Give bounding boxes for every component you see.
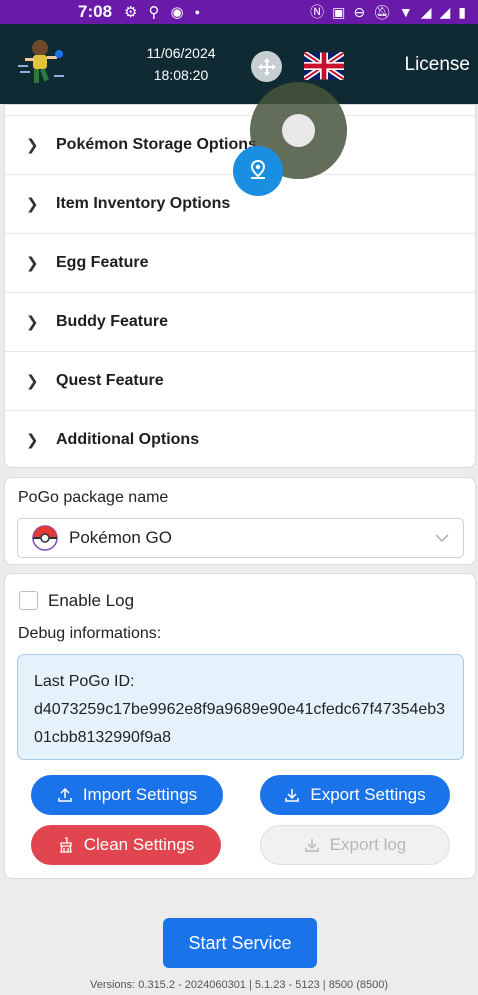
expand-item-label: Quest Feature xyxy=(56,372,164,389)
upload-icon xyxy=(58,787,72,802)
battery-icon: ▮ xyxy=(458,3,466,20)
app-header: 11/06/2024 18:08:20 License xyxy=(0,24,478,104)
export-settings-label: Export Settings xyxy=(310,785,426,804)
status-bar: 7:08 ⚙ ⚲ ◉ ● Ⓝ ▣ ⊖ 🔕︎ ▼ ◢ ◢ ▮ xyxy=(0,0,478,24)
chevron-right-icon: ❯ xyxy=(26,137,39,154)
dot-icon: ● xyxy=(194,7,201,17)
chevron-right-icon: ❯ xyxy=(26,373,39,390)
status-time: 7:08 xyxy=(78,2,113,21)
chevron-right-icon: ❯ xyxy=(26,314,39,331)
export-log-button[interactable]: Export log xyxy=(260,825,450,865)
expand-item-label: Pokémon Storage Options xyxy=(56,136,257,153)
last-id-value: d4073259c17be9962e8f9a9689e90e41cfedc67f… xyxy=(34,701,446,746)
pokeball-icon xyxy=(32,525,58,551)
bell-off-icon: 🔕︎ xyxy=(373,3,391,20)
uk-flag-icon[interactable] xyxy=(304,52,344,80)
debug-info-box: Last PoGo ID: d4073259c17be9962e8f9a9689… xyxy=(17,654,464,760)
versions-text: Versions: 0.315.2 - 2024060301 | 5.1.23 … xyxy=(89,979,389,991)
enable-log-label[interactable]: Enable Log xyxy=(48,591,134,611)
broom-icon xyxy=(59,837,72,853)
license-link[interactable]: License xyxy=(405,54,471,76)
date-text: 11/06/2024 xyxy=(146,45,216,61)
datetime-display: 11/06/2024 18:08:20 xyxy=(130,42,232,86)
chevron-right-icon: ❯ xyxy=(26,196,39,213)
location-pin-button[interactable] xyxy=(233,146,283,196)
package-select[interactable]: Pokémon GO xyxy=(17,518,464,558)
record-icon: ◉ xyxy=(170,4,184,21)
package-label: PoGo package name xyxy=(18,489,169,506)
wifi-icon: ▼ xyxy=(398,4,413,20)
export-log-label: Export log xyxy=(329,835,407,854)
time-text: 18:08:20 xyxy=(153,67,209,83)
signal-icon: ◢ xyxy=(420,3,432,20)
expand-item-label: Additional Options xyxy=(56,431,200,448)
download-icon xyxy=(304,839,319,852)
expand-item-additional-options[interactable]: ❯ Additional Options xyxy=(5,410,475,469)
chevron-right-icon: ❯ xyxy=(26,432,39,449)
clean-settings-label: Clean Settings xyxy=(83,835,195,854)
gear-icon: ⚙ xyxy=(124,4,138,21)
package-select-value: Pokémon GO xyxy=(69,528,172,547)
location-pin-icon: ⚲ xyxy=(148,4,160,21)
export-settings-button[interactable]: Export Settings xyxy=(260,775,450,815)
start-service-button[interactable]: Start Service xyxy=(163,918,317,968)
import-settings-button[interactable]: Import Settings xyxy=(31,775,223,815)
expand-item-quest-feature[interactable]: ❯ Quest Feature xyxy=(5,351,475,410)
debug-info-label: Debug informations: xyxy=(18,625,162,642)
expand-item-label: Item Inventory Options xyxy=(56,195,231,212)
cast-icon: ▣ xyxy=(332,3,346,20)
clean-settings-button[interactable]: Clean Settings xyxy=(31,825,221,865)
do-not-disturb-icon: ⊖ xyxy=(353,3,366,20)
chevron-down-icon xyxy=(435,534,449,543)
import-settings-label: Import Settings xyxy=(82,785,198,804)
package-card: PoGo package name Pokémon GO xyxy=(4,477,476,565)
app-logo xyxy=(18,40,64,83)
download-icon xyxy=(285,789,300,802)
last-id-label: Last PoGo ID: xyxy=(34,673,135,690)
chevron-right-icon: ❯ xyxy=(26,255,39,272)
enable-log-checkbox[interactable] xyxy=(19,591,38,610)
joystick-knob[interactable] xyxy=(282,114,315,147)
move-button[interactable] xyxy=(251,51,282,82)
expand-item-label: Buddy Feature xyxy=(56,313,169,330)
expand-item-egg-feature[interactable]: ❯ Egg Feature xyxy=(5,233,475,292)
expand-item-buddy-feature[interactable]: ❯ Buddy Feature xyxy=(5,292,475,351)
expand-item-label: Egg Feature xyxy=(56,254,149,271)
signal-icon-2: ◢ xyxy=(439,3,451,20)
nfc-icon: Ⓝ xyxy=(310,4,325,20)
location-pin-icon xyxy=(250,159,266,179)
debug-card: Enable Log Debug informations: Last PoGo… xyxy=(4,573,476,879)
move-arrows-icon xyxy=(257,57,276,76)
